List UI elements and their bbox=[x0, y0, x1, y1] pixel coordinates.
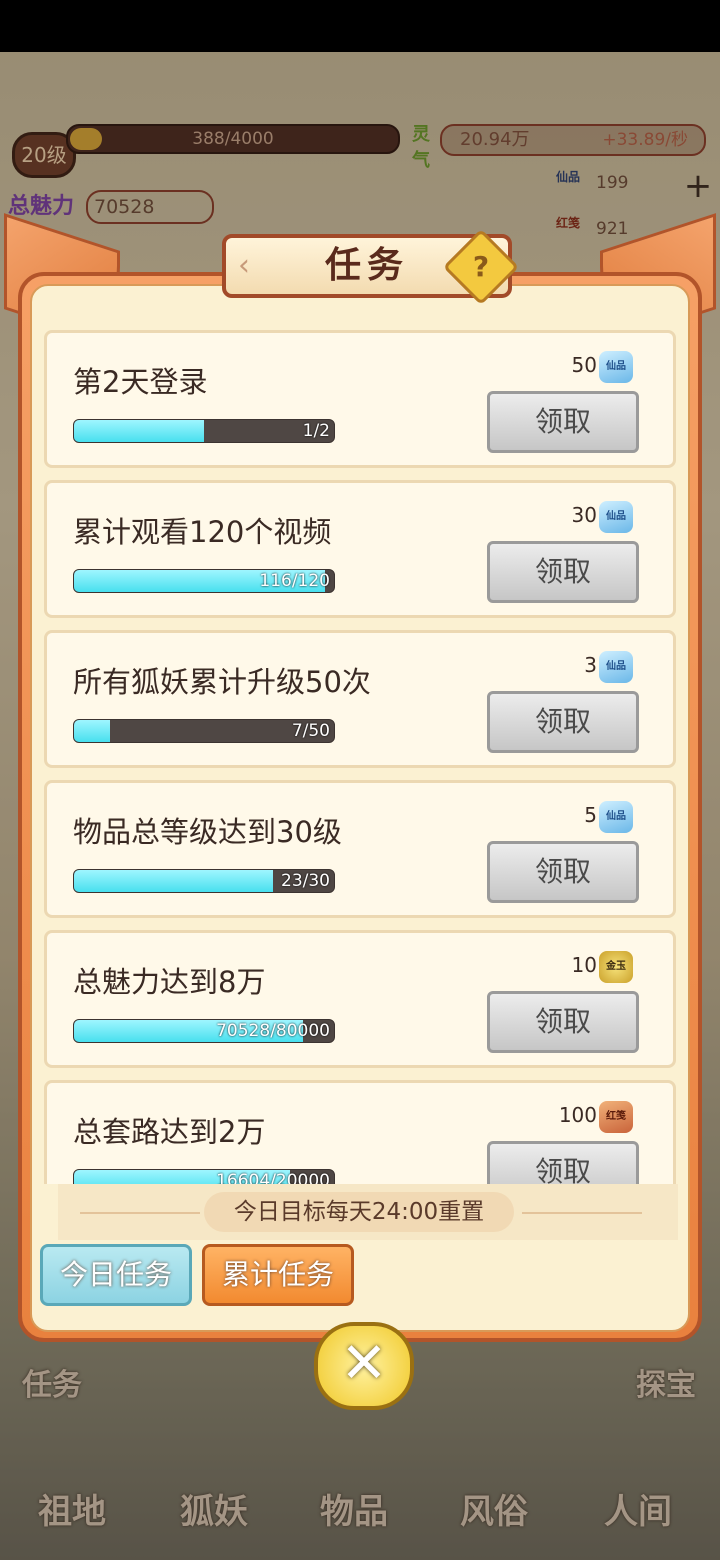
task-progress-fill bbox=[74, 420, 204, 442]
reward-amount: 10 bbox=[571, 953, 597, 977]
task-reward: 5 仙品 bbox=[513, 801, 633, 833]
tab-cumulative-tasks[interactable]: 累计任务 bbox=[202, 1244, 354, 1306]
task-progress-bar: 1/2 bbox=[73, 419, 335, 443]
reward-amount: 3 bbox=[584, 653, 597, 677]
reward-amount: 100 bbox=[558, 1103, 597, 1127]
task-progress-fill bbox=[74, 870, 274, 892]
claim-button[interactable]: 领取 bbox=[487, 1141, 639, 1184]
task-progress-bar: 70528/80000 bbox=[73, 1019, 335, 1043]
claim-button[interactable]: 领取 bbox=[487, 391, 639, 453]
task-reward: 10 金玉 bbox=[513, 951, 633, 983]
task-row: 总套路达到2万 16604/20000 100 红笺 领取 bbox=[44, 1080, 676, 1184]
close-icon: ✕ bbox=[340, 1331, 388, 1396]
gem-icon: 仙品 bbox=[599, 501, 633, 533]
task-name: 物品总等级达到30级 bbox=[73, 815, 342, 849]
close-button[interactable]: ✕ bbox=[314, 1322, 414, 1410]
task-name: 第2天登录 bbox=[73, 365, 208, 399]
task-name: 所有狐妖累计升级50次 bbox=[73, 665, 371, 699]
task-progress-text: 23/30 bbox=[281, 871, 330, 891]
task-row: 第2天登录 1/2 50 仙品 领取 bbox=[44, 330, 676, 468]
task-progress-bar: 16604/20000 bbox=[73, 1169, 335, 1184]
claim-button[interactable]: 领取 bbox=[487, 541, 639, 603]
task-reward: 50 仙品 bbox=[513, 351, 633, 383]
task-name: 累计观看120个视频 bbox=[73, 515, 332, 549]
claim-button[interactable]: 领取 bbox=[487, 691, 639, 753]
task-progress-bar: 116/120 bbox=[73, 569, 335, 593]
claim-button[interactable]: 领取 bbox=[487, 841, 639, 903]
task-row: 物品总等级达到30级 23/30 5 仙品 领取 bbox=[44, 780, 676, 918]
task-progress-text: 70528/80000 bbox=[216, 1021, 330, 1041]
task-progress-fill bbox=[74, 720, 111, 742]
task-progress-text: 7/50 bbox=[291, 721, 330, 741]
status-bar bbox=[0, 0, 720, 52]
task-reward: 30 仙品 bbox=[513, 501, 633, 533]
tab-daily-tasks[interactable]: 今日任务 bbox=[40, 1244, 192, 1306]
claim-button[interactable]: 领取 bbox=[487, 991, 639, 1053]
task-row: 累计观看120个视频 116/120 30 仙品 领取 bbox=[44, 480, 676, 618]
task-name: 总魅力达到8万 bbox=[73, 965, 266, 999]
task-name: 总套路达到2万 bbox=[73, 1115, 266, 1149]
task-row: 所有狐妖累计升级50次 7/50 3 仙品 领取 bbox=[44, 630, 676, 768]
task-list[interactable]: 第2天登录 1/2 50 仙品 领取 累计观看120个视频 116/120 30… bbox=[44, 330, 676, 1184]
reward-amount: 5 bbox=[584, 803, 597, 827]
red-note-icon: 红笺 bbox=[599, 1101, 633, 1133]
reward-amount: 30 bbox=[571, 503, 597, 527]
task-reward: 100 红笺 bbox=[513, 1101, 633, 1133]
reset-note: 今日目标每天24:00重置 bbox=[204, 1192, 514, 1232]
task-progress-text: 16604/20000 bbox=[216, 1171, 330, 1184]
task-progress-text: 1/2 bbox=[302, 421, 330, 441]
reward-amount: 50 bbox=[571, 353, 597, 377]
question-mark-icon: ? bbox=[472, 250, 490, 283]
task-reward: 3 仙品 bbox=[513, 651, 633, 683]
footer-divider bbox=[522, 1212, 642, 1214]
task-progress-text: 116/120 bbox=[259, 571, 330, 591]
gem-icon: 仙品 bbox=[599, 651, 633, 683]
footer-divider bbox=[80, 1212, 200, 1214]
gem-icon: 仙品 bbox=[599, 351, 633, 383]
task-row: 总魅力达到8万 70528/80000 10 金玉 领取 bbox=[44, 930, 676, 1068]
task-dialog: ‹ 任务 ? 第2天登录 1/2 50 仙品 领取 累计观看120个视频 116… bbox=[4, 212, 716, 1342]
gem-icon: 仙品 bbox=[599, 801, 633, 833]
task-progress-bar: 23/30 bbox=[73, 869, 335, 893]
task-progress-bar: 7/50 bbox=[73, 719, 335, 743]
gold-jade-icon: 金玉 bbox=[599, 951, 633, 983]
